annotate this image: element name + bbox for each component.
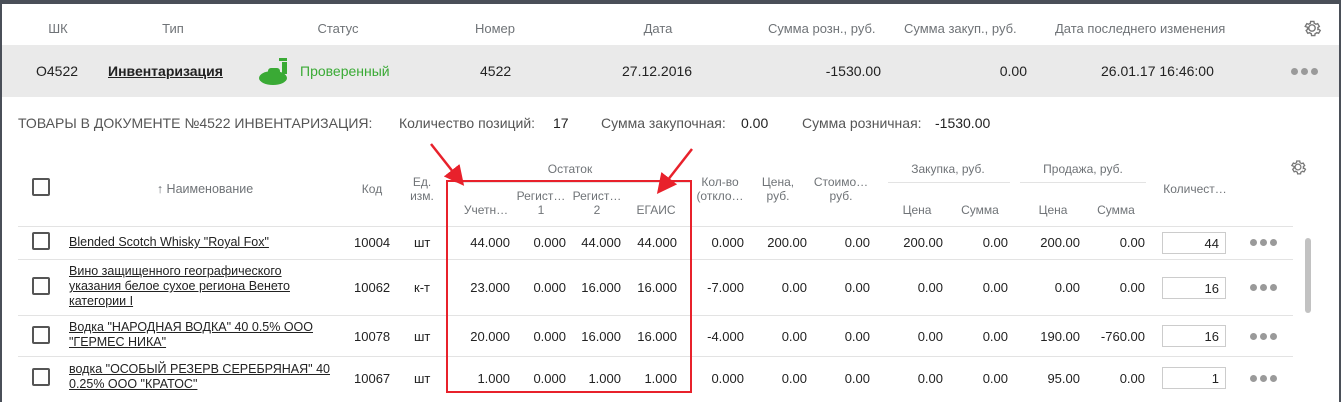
- col-header-purchase-sum[interactable]: Сумма закуп., руб.: [904, 21, 1028, 36]
- cell-purchase-sum: 0.00: [982, 280, 1008, 295]
- items-title: ТОВАРЫ В ДОКУМЕНТЕ №4522 ИНВЕНТАРИЗАЦИЯ:: [18, 115, 373, 131]
- cell-price: 0.00: [781, 280, 807, 295]
- cell-unit: шт: [414, 235, 431, 250]
- doc-type-link[interactable]: Инвентаризация: [108, 63, 223, 79]
- more-dots-icon[interactable]: [1291, 68, 1318, 75]
- cell-sale-sum: 0.00: [1119, 235, 1145, 250]
- cell-cost: 0.00: [844, 329, 870, 344]
- col-sale-sum[interactable]: Сумма: [1086, 203, 1146, 217]
- row-checkbox[interactable]: [32, 232, 50, 250]
- col-cost[interactable]: Стоимо… руб.: [812, 175, 870, 203]
- col-purchase-price[interactable]: Цена: [890, 203, 944, 217]
- cell-sale-sum: -760.00: [1100, 329, 1145, 344]
- cell-code: 10062: [354, 280, 391, 295]
- more-dots-icon[interactable]: [1250, 333, 1277, 340]
- more-dots-icon[interactable]: [1250, 375, 1277, 382]
- cell-cost: 0.00: [844, 371, 870, 386]
- cell-sale-sum: 0.00: [1119, 280, 1145, 295]
- cell-price: 0.00: [781, 329, 807, 344]
- quantity-input[interactable]: [1162, 232, 1226, 254]
- cell-purchase-price: 200.00: [903, 235, 943, 250]
- doc-purchase-sum: 0.00: [999, 63, 1027, 79]
- col-header-status[interactable]: Статус: [300, 21, 376, 36]
- cell-sale-price: 95.00: [1047, 371, 1080, 386]
- col-group-purchase: Закупка, руб.: [911, 162, 985, 176]
- cell-code: 10067: [354, 371, 391, 386]
- col-header-number[interactable]: Номер: [460, 21, 530, 36]
- items-count-value: 17: [553, 115, 569, 131]
- cell-deviation: 0.000: [711, 235, 744, 250]
- more-dots-icon[interactable]: [1250, 284, 1277, 291]
- col-header-type[interactable]: Тип: [140, 21, 206, 36]
- annotation-arrows: [430, 143, 693, 194]
- cell-price: 200.00: [767, 235, 807, 250]
- quantity-input[interactable]: [1162, 325, 1226, 347]
- col-price[interactable]: Цена, руб.: [756, 175, 800, 203]
- quantity-input[interactable]: [1162, 367, 1226, 389]
- group-divider: [1020, 182, 1146, 183]
- col-header-date[interactable]: Дата: [628, 21, 688, 36]
- cell-purchase-sum: 0.00: [982, 371, 1008, 386]
- col-code[interactable]: Код: [352, 182, 392, 196]
- doc-number: 4522: [480, 63, 512, 79]
- product-name-link[interactable]: Водка "НАРОДНАЯ ВОДКА" 40 0.5% ООО "ГЕРМ…: [69, 320, 324, 350]
- cell-cost: 0.00: [844, 235, 870, 250]
- gear-icon[interactable]: [1288, 157, 1308, 177]
- annotation-highlight-box: [446, 180, 692, 393]
- col-quantity[interactable]: Количест…: [1158, 182, 1232, 196]
- group-divider: [888, 182, 1010, 183]
- doc-status: Проверенный: [300, 63, 390, 79]
- scrollbar-thumb[interactable]: [1305, 238, 1311, 313]
- row-checkbox[interactable]: [32, 368, 50, 386]
- row-checkbox[interactable]: [32, 277, 50, 295]
- doc-modified: 26.01.17 16:46:00: [1101, 63, 1214, 79]
- doc-shk: O4522: [36, 63, 79, 79]
- cell-unit: к-т: [414, 280, 430, 295]
- col-header-shk[interactable]: ШК: [40, 21, 76, 36]
- col-group-sale: Продажа, руб.: [1043, 162, 1123, 176]
- purchase-sum-label: Сумма закупочная:: [601, 115, 726, 131]
- product-name-link[interactable]: Blended Scotch Whisky "Royal Fox": [69, 235, 339, 250]
- col-purchase-sum[interactable]: Сумма: [950, 203, 1010, 217]
- col-sale-price[interactable]: Цена: [1026, 203, 1080, 217]
- items-count-label: Количество позиций:: [399, 115, 536, 131]
- cell-purchase-price: 0.00: [917, 371, 943, 386]
- select-all-checkbox[interactable]: [32, 178, 50, 196]
- flask-icon: [258, 56, 292, 86]
- cell-purchase-price: 0.00: [917, 329, 943, 344]
- cell-price: 0.00: [781, 371, 807, 386]
- cell-sale-sum: 0.00: [1119, 371, 1145, 386]
- quantity-input[interactable]: [1162, 277, 1226, 299]
- cell-deviation: -4.000: [707, 329, 744, 344]
- doc-date: 27.12.2016: [622, 63, 693, 79]
- cell-purchase-sum: 0.00: [982, 235, 1008, 250]
- cell-cost: 0.00: [844, 280, 870, 295]
- cell-purchase-price: 0.00: [917, 280, 943, 295]
- cell-unit: шт: [414, 371, 431, 386]
- cell-unit: шт: [414, 329, 431, 344]
- cell-deviation: 0.000: [711, 371, 744, 386]
- doc-retail-sum: -1530.00: [825, 63, 881, 79]
- retail-sum-label: Сумма розничная:: [802, 115, 922, 131]
- more-dots-icon[interactable]: [1250, 239, 1277, 246]
- cell-code: 10078: [354, 329, 391, 344]
- cell-code: 10004: [354, 235, 391, 250]
- cell-sale-price: 190.00: [1040, 329, 1080, 344]
- col-header-modified[interactable]: Дата последнего изменения: [1055, 21, 1245, 36]
- col-header-retail-sum[interactable]: Сумма розн., руб.: [768, 21, 888, 36]
- cell-purchase-sum: 0.00: [982, 329, 1008, 344]
- cell-sale-price: 200.00: [1040, 235, 1080, 250]
- cell-deviation: -7.000: [707, 280, 744, 295]
- cell-sale-price: 0.00: [1054, 280, 1080, 295]
- product-name-link[interactable]: Вино защищенного географического указани…: [69, 264, 324, 309]
- gear-icon[interactable]: [1301, 17, 1323, 39]
- product-name-link[interactable]: водка "ОСОБЫЙ РЕЗЕРВ СЕРЕБРЯНАЯ" 40 0.25…: [69, 362, 334, 392]
- purchase-sum-value: 0.00: [741, 115, 769, 131]
- row-checkbox[interactable]: [32, 326, 50, 344]
- retail-sum-value: -1530.00: [935, 115, 991, 131]
- col-name[interactable]: ↑ Наименование: [130, 182, 280, 196]
